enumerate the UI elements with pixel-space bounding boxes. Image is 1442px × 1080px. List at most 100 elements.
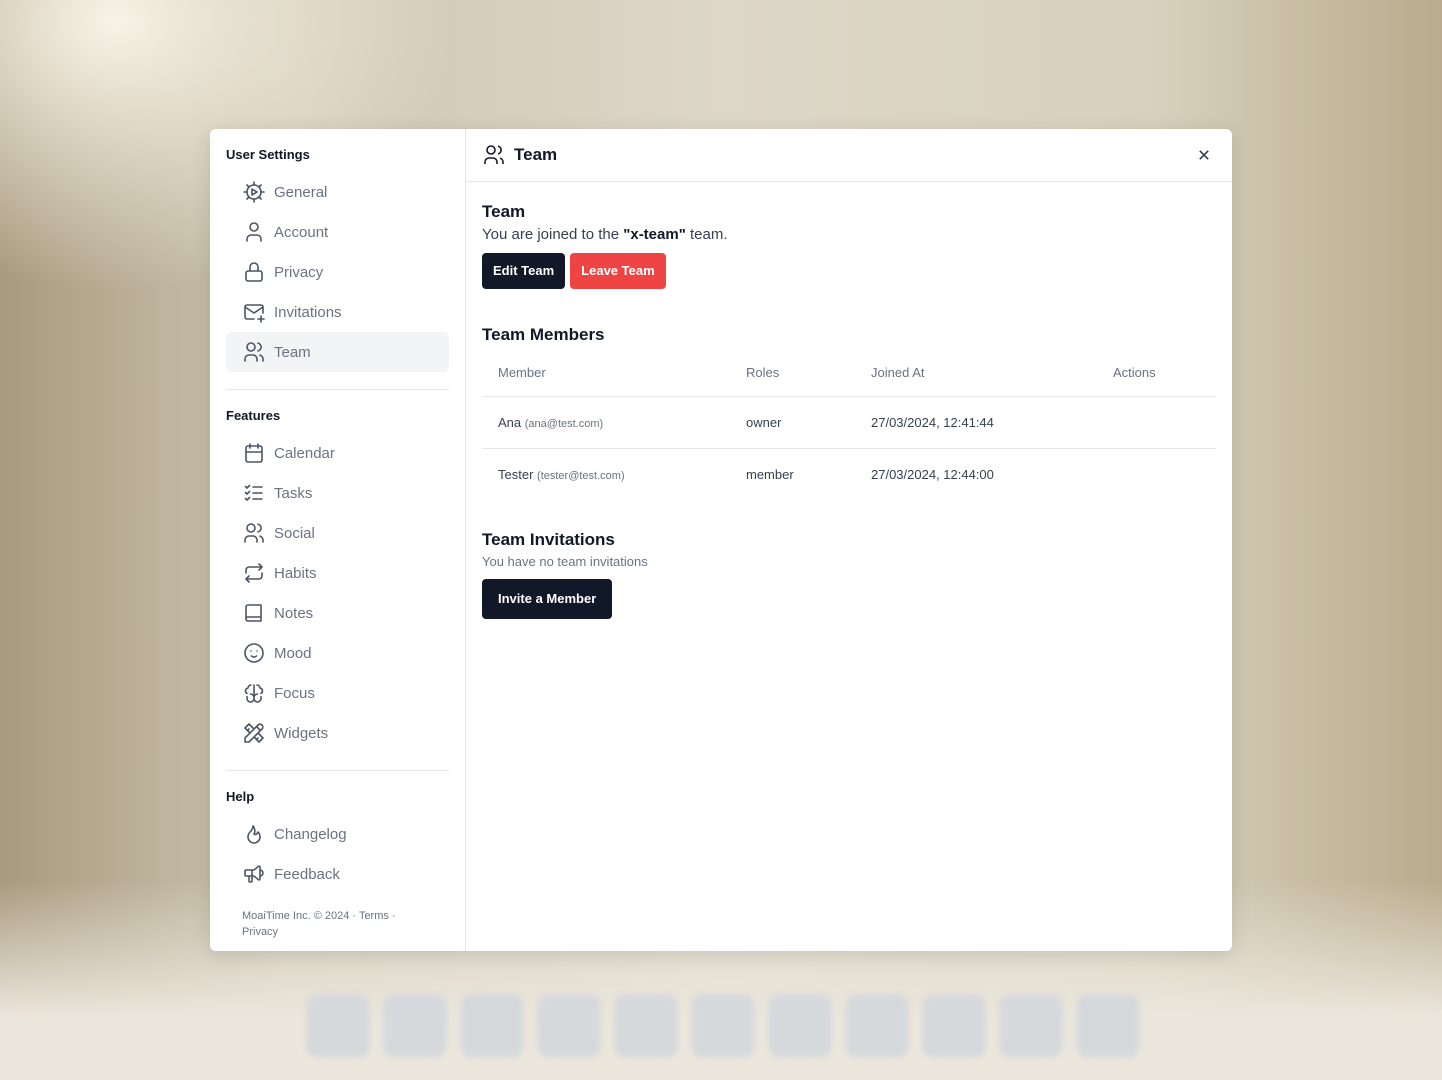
sidebar-item-label: Changelog [274, 825, 347, 843]
sidebar-item-mood[interactable]: Mood [226, 633, 449, 673]
sidebar-item-account[interactable]: Account [226, 212, 449, 252]
sidebar-item-focus[interactable]: Focus [226, 673, 449, 713]
sidebar-item-team[interactable]: Team [226, 332, 449, 372]
sidebar-item-label: General [274, 183, 328, 201]
divider [226, 389, 449, 390]
dock-item[interactable] [768, 994, 832, 1058]
column-header: Joined At [855, 353, 1097, 397]
gear-icon [243, 181, 265, 203]
section-title: Features [226, 408, 281, 423]
section-title: Help [226, 789, 255, 804]
invite-member-button[interactable]: Invite a Member [482, 579, 613, 619]
lock-icon [245, 262, 263, 282]
smile-icon [244, 643, 264, 663]
brain-icon [244, 684, 264, 703]
leave-team-button[interactable]: Leave Team [570, 253, 666, 289]
dock-item[interactable] [537, 994, 601, 1058]
users-icon [244, 523, 264, 543]
sidebar-item-label: Notes [274, 604, 314, 622]
close-icon[interactable] [1194, 145, 1214, 165]
sidebar-item-general[interactable]: General [226, 172, 449, 212]
dock-item[interactable] [691, 994, 755, 1058]
member-name: Ana [498, 415, 522, 430]
privacy-link[interactable]: Privacy [242, 926, 278, 938]
sidebar-item-social[interactable]: Social [226, 513, 449, 553]
sidebar-item-widgets[interactable]: Widgets [226, 713, 449, 753]
flame-icon [247, 825, 261, 844]
actions-cell [1097, 449, 1216, 501]
joined-cell: 27/03/2024, 12:44:00 [871, 467, 994, 482]
text: You are joined to the [482, 226, 624, 243]
calendar-icon [245, 443, 263, 463]
actions-cell [1097, 396, 1216, 449]
panel-header: Team [466, 129, 1232, 182]
list-check-icon [244, 484, 263, 501]
users-icon [244, 342, 264, 362]
column-header: Actions [1097, 353, 1216, 397]
members-table: Member Roles Joined At Actions Ana (ana@… [482, 353, 1216, 500]
team-title: Team [482, 202, 526, 221]
member-email: (ana@test.com) [524, 418, 604, 430]
table-row: Tester (tester@test.com) member 27/03/2024… [482, 449, 1216, 501]
users-icon [484, 145, 504, 164]
sidebar-item-changelog[interactable]: Changelog [226, 814, 449, 854]
dock-item[interactable] [460, 994, 524, 1058]
sidebar-item-label: Tasks [274, 484, 313, 502]
megaphone-icon [244, 865, 264, 883]
mail-plus-icon [244, 304, 265, 323]
member-name: Tester [498, 467, 534, 482]
sidebar-item-feedback[interactable]: Feedback [226, 854, 449, 894]
role-cell: member [746, 467, 794, 482]
sidebar-item-label: Account [274, 223, 329, 241]
column-header: Member [482, 353, 730, 397]
role-cell: owner [730, 396, 855, 449]
dock-item[interactable] [845, 994, 909, 1058]
sidebar-item-label: Mood [274, 644, 312, 662]
dock-item[interactable] [383, 994, 447, 1058]
settings-modal: User Settings General Account Privacy Invit… [210, 129, 1232, 951]
dock-item[interactable] [614, 994, 678, 1058]
member-cell: Tester (tester@test.com) [482, 449, 730, 501]
settings-sidebar: User Settings General Account Privacy Invit… [210, 129, 466, 951]
sidebar-item-label: Habits [274, 564, 317, 582]
app-dock [306, 994, 1140, 1058]
column-header: Roles [730, 353, 855, 397]
dock-item[interactable] [306, 994, 370, 1058]
sidebar-item-label: Invitations [274, 303, 342, 321]
team-name: "x-team" [623, 226, 686, 243]
dock-item[interactable] [999, 994, 1063, 1058]
terms-link[interactable]: Terms [359, 910, 389, 922]
sidebar-item-habits[interactable]: Habits [226, 553, 449, 593]
invitations-empty: You have no team invitations [482, 554, 648, 569]
member-email: (tester@test.com) [537, 470, 625, 482]
members-title: Team Members [482, 325, 605, 344]
sidebar-item-label: Widgets [274, 724, 329, 742]
sidebar-item-label: Focus [274, 684, 315, 702]
sidebar-item-label: Social [274, 524, 315, 542]
page-title: Team [514, 145, 558, 164]
sidebar-item-label: Privacy [274, 263, 324, 281]
sidebar-item-calendar[interactable]: Calendar [226, 433, 449, 473]
sidebar-item-label: Feedback [274, 865, 340, 883]
sidebar-item-invitations[interactable]: Invitations [226, 292, 449, 332]
copyright: MoaiTime Inc. © 2024 · [242, 910, 359, 922]
joined-cell: 27/03/2024, 12:41:44 [855, 396, 1097, 449]
dock-item[interactable] [1076, 994, 1140, 1058]
book-icon [245, 604, 262, 622]
text: team. [685, 226, 728, 243]
sidebar-item-notes[interactable]: Notes [226, 593, 449, 633]
sidebar-item-privacy[interactable]: Privacy [226, 252, 449, 292]
sidebar-item-label: Team [274, 343, 311, 361]
edit-team-button[interactable]: Edit Team [482, 253, 566, 289]
table-row: Ana (ana@test.com) owner 27/03/2024, 12:41… [482, 396, 1216, 449]
separator: · [388, 910, 396, 922]
sidebar-item-label: Calendar [274, 444, 335, 462]
dock-item[interactable] [922, 994, 986, 1058]
main-panel: Team Team You are joined to the "x-team"… [466, 129, 1232, 951]
sidebar-item-tasks[interactable]: Tasks [226, 473, 449, 513]
divider [226, 770, 449, 771]
invitations-title: Team Invitations [482, 530, 615, 549]
member-cell: Ana (ana@test.com) [482, 396, 730, 449]
section-title: User Settings [226, 147, 310, 162]
footer: MoaiTime Inc. © 2024 · Terms · Privacy [226, 908, 449, 940]
